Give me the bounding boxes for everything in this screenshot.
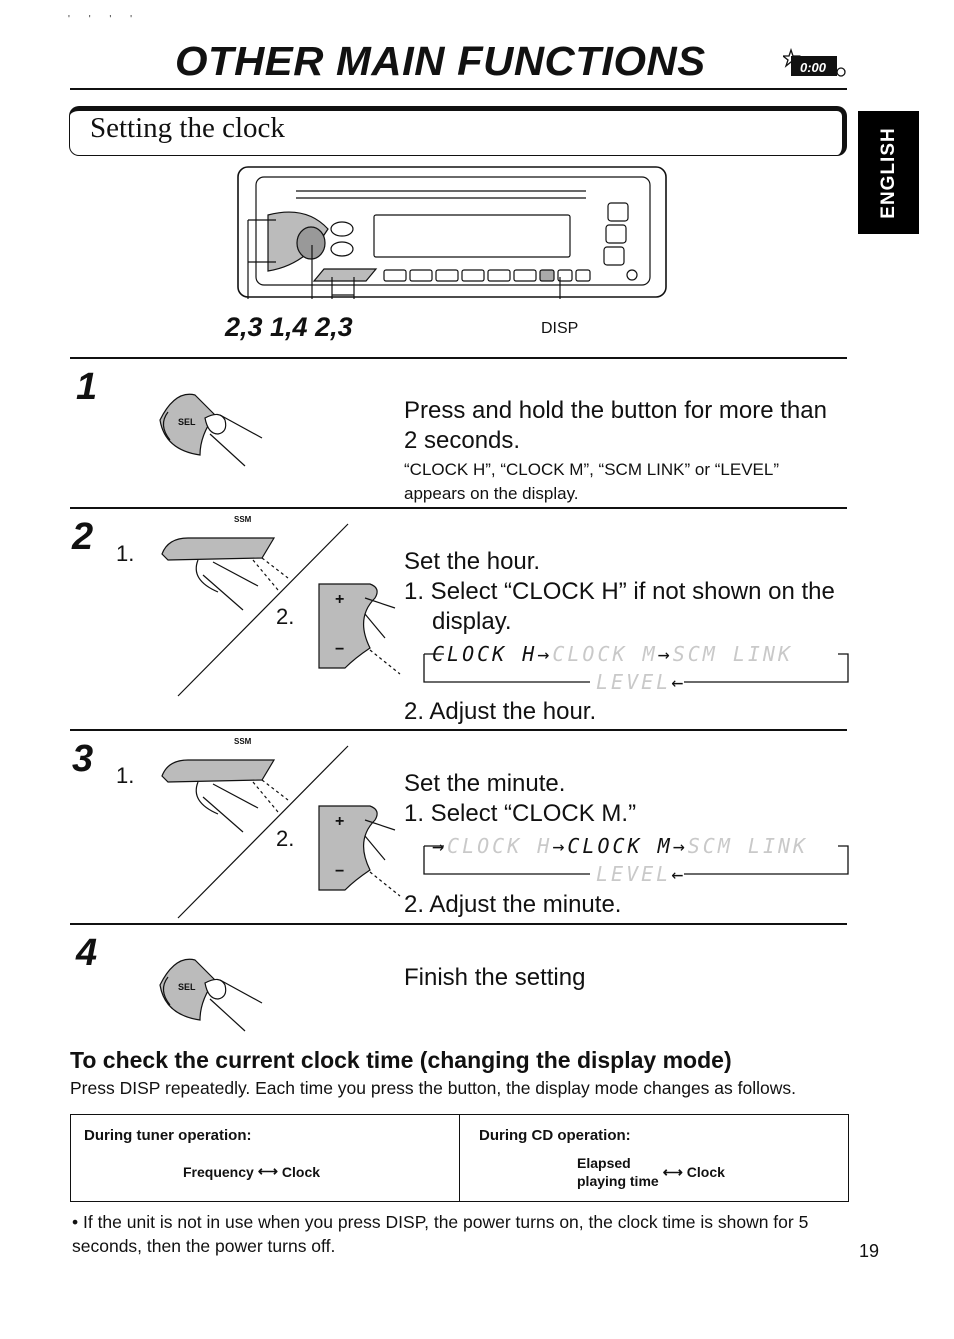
svg-text:+: + (335, 591, 344, 608)
step-2-item-1-line2: display. (432, 608, 512, 635)
check-clock-heading: To check the current clock time (changin… (70, 1047, 732, 1073)
bidirectional-arrow-icon: ⟷ (662, 1163, 683, 1180)
mode-to: Clock (281, 1163, 321, 1180)
step-divider (70, 507, 847, 509)
lcd-item: SCM LINK (687, 834, 809, 858)
lcd-item: CLOCK M (552, 642, 658, 666)
disp-label: DISP (541, 320, 579, 337)
title-divider (70, 88, 847, 90)
step-number: 1 (76, 366, 98, 408)
disp-button (539, 269, 555, 282)
step-1-note-line2: appears on the display. (404, 484, 579, 503)
svg-text:−: − (335, 863, 344, 880)
tuner-mode-cell: During tuner operation: Frequency ⟷ Cloc… (71, 1115, 459, 1201)
substep-label: 1. (116, 763, 135, 788)
mode-from: Elapsed playing time (577, 1155, 659, 1189)
lcd-cycle-hour: CLOCK H→CLOCK M→SCM LINK (432, 642, 794, 666)
step-divider (70, 923, 847, 925)
car-stereo-diagram (237, 166, 667, 299)
cd-mode-cell: During CD operation: Elapsed playing tim… (459, 1115, 848, 1201)
page-title: OTHER MAIN FUNCTIONS (175, 38, 706, 84)
step-3-item-1: 1. Select “CLOCK M.” (404, 800, 637, 827)
sel-label: SEL (178, 417, 196, 427)
preset-buttons (383, 269, 591, 282)
substep-label: 2. (276, 604, 295, 629)
svg-text:+: + (335, 813, 344, 830)
bidirectional-arrow-icon: ⟷ (257, 1163, 278, 1179)
step-2-title: Set the hour. (404, 548, 541, 575)
lcd-item: CLOCK H (447, 834, 553, 858)
mode-from: Frequency (183, 1163, 254, 1180)
step-4-title: Finish the setting (404, 964, 586, 991)
step-2-item-2: 2. Adjust the hour. (404, 698, 597, 725)
page-number: 19 (859, 1241, 880, 1261)
mode-to: Clock (686, 1164, 725, 1180)
step-2-item-1: 1. Select “CLOCK H” if not shown on the (404, 578, 835, 605)
lcd-item-active: CLOCK H (432, 642, 538, 666)
substep-label: 2. (276, 826, 295, 851)
sun-icon (836, 67, 846, 77)
tuner-mode-header: During tuner operation: (84, 1127, 252, 1144)
display-mode-table: During tuner operation: Frequency ⟷ Cloc… (70, 1114, 849, 1202)
step-number: 2 (72, 516, 94, 558)
lcd-item: LEVEL (596, 670, 672, 694)
language-tab: ENGLISH (858, 111, 919, 234)
step-1-title: Press and hold the button for more than (404, 397, 827, 424)
step-3-item-2: 2. Adjust the minute. (404, 891, 622, 918)
scan-marks: ' ' ' ' (68, 14, 140, 25)
language-label: ENGLISH (877, 126, 899, 219)
plus-minus-buttons-illustration: + − (318, 805, 401, 897)
lcd-cycle-minute: →CLOCK H→CLOCK M→SCM LINK (432, 834, 809, 858)
sel-label: SEL (178, 982, 196, 992)
sel-button-press-icon: SEL (159, 958, 263, 1032)
step-1-note: “CLOCK H”, “CLOCK M”, “SCM LINK” or “LEV… (404, 460, 779, 479)
step-divider (70, 729, 847, 731)
sel-button-press-icon: SEL (159, 393, 263, 467)
substep-label: 1. (116, 541, 135, 566)
tuner-mode-flow: Frequency ⟷ Clock (183, 1163, 320, 1180)
clock-display-icon: 0:00 (783, 48, 846, 77)
clock-icon-text: 0:00 (800, 60, 827, 75)
diagram-callouts: 2,3 1,4 2,3 (225, 312, 353, 342)
lcd-cycle-minute-return: LEVEL← (596, 862, 687, 886)
disp-note: • If the unit is not in use when you pre… (72, 1212, 809, 1256)
step-3-title: Set the minute. (404, 770, 566, 797)
cd-mode-header: During CD operation: (479, 1127, 631, 1144)
step-number: 4 (76, 932, 98, 974)
step-number: 3 (72, 738, 94, 780)
cd-mode-flow: Elapsed playing time ⟷ Clock (577, 1154, 725, 1190)
lcd-item-active: CLOCK M (567, 834, 673, 858)
lcd-cycle-hour-return: LEVEL← (596, 670, 687, 694)
lcd-item: LEVEL (596, 862, 672, 886)
step-1-title-line2: 2 seconds. (404, 427, 521, 454)
section-title: Setting the clock (90, 112, 285, 144)
plus-minus-buttons-illustration: + − (318, 583, 401, 675)
step-divider (70, 357, 847, 359)
svg-text:−: − (335, 641, 344, 658)
check-clock-description: Press DISP repeatedly. Each time you pre… (70, 1078, 796, 1098)
lcd-item: SCM LINK (672, 642, 794, 666)
